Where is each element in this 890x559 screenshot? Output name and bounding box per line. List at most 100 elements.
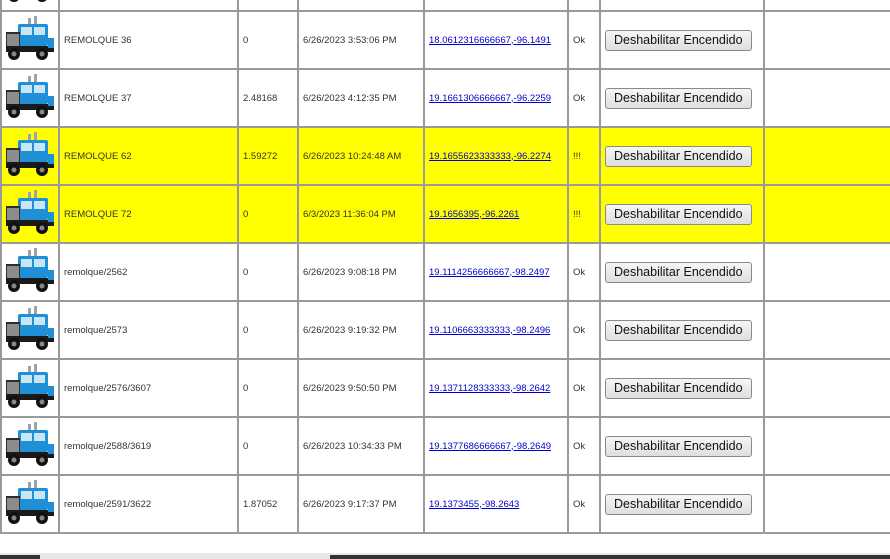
vehicle-value bbox=[237, 0, 299, 12]
vehicle-datetime: 6/26/2023 10:24:48 AM bbox=[297, 126, 425, 186]
disable-ignition-button[interactable]: Deshabilitar Encendido bbox=[605, 87, 752, 109]
truck-icon-cell bbox=[0, 126, 60, 186]
vehicle-value: 1.87052 bbox=[237, 474, 299, 534]
vehicle-value: 2.48168 bbox=[237, 68, 299, 128]
vehicle-datetime: 6/26/2023 10:34:33 PM bbox=[297, 416, 425, 476]
coords-link[interactable]: 18.0612316666667,-96.1491 bbox=[429, 35, 551, 46]
table-row: REMOLQUE 36 0 6/26/2023 3:53:06 PM 18.06… bbox=[0, 10, 890, 70]
truck-icon bbox=[6, 479, 54, 524]
disable-ignition-button[interactable]: Deshabilitar Encendido bbox=[605, 319, 752, 341]
vehicle-datetime: 6/26/2023 9:50:50 PM bbox=[297, 358, 425, 418]
vehicle-value: 0 bbox=[237, 242, 299, 302]
empty-cell bbox=[763, 242, 890, 302]
truck-icon bbox=[6, 421, 54, 466]
action-cell: Deshabilitar Encendido bbox=[599, 300, 765, 360]
action-cell: Deshabilitar Encendido bbox=[599, 242, 765, 302]
coords-link[interactable]: 19.1106663333333,-98.2496 bbox=[429, 325, 550, 336]
truck-icon bbox=[6, 131, 54, 176]
disable-ignition-button[interactable]: Deshabilitar Encendido bbox=[605, 203, 752, 225]
vehicle-datetime: 6/26/2023 4:12:35 PM bbox=[297, 68, 425, 128]
truck-icon bbox=[6, 363, 54, 408]
truck-icon bbox=[6, 15, 54, 60]
empty-cell bbox=[763, 358, 890, 418]
vehicle-value: 0 bbox=[237, 10, 299, 70]
vehicle-datetime: 6/26/2023 9:08:18 PM bbox=[297, 242, 425, 302]
coords-link[interactable]: 19.1656395,-96.2261 bbox=[429, 209, 519, 220]
action-cell: Deshabilitar Encendido bbox=[599, 358, 765, 418]
vehicle-value: 0 bbox=[237, 300, 299, 360]
horizontal-scrollbar[interactable] bbox=[0, 553, 890, 559]
vehicle-datetime bbox=[297, 0, 425, 12]
coords-link[interactable]: 19.1661306666667,-96.2259 bbox=[429, 93, 551, 104]
disable-ignition-button[interactable]: Deshabilitar Encendido bbox=[605, 29, 752, 51]
status-text: Ok bbox=[567, 10, 601, 70]
vehicle-name: remolque/2591/3622 bbox=[58, 474, 239, 534]
vehicle-name bbox=[58, 0, 239, 12]
empty-cell bbox=[763, 0, 890, 12]
table-row: REMOLQUE 72 0 6/3/2023 11:36:04 PM 19.16… bbox=[0, 184, 890, 244]
status-text: Ok bbox=[567, 300, 601, 360]
empty-cell bbox=[763, 416, 890, 476]
table-row: Deshabilitar Encendido bbox=[0, 0, 890, 12]
disable-ignition-button[interactable]: Deshabilitar Encendido bbox=[605, 145, 752, 167]
status-text: Ok bbox=[567, 416, 601, 476]
vehicles-table: Deshabilitar Encendido REMOLQUE 36 0 bbox=[0, 0, 890, 534]
vehicle-value: 0 bbox=[237, 416, 299, 476]
status-text bbox=[567, 0, 601, 12]
action-cell: Deshabilitar Encendido bbox=[599, 0, 765, 12]
disable-ignition-button[interactable]: Deshabilitar Encendido bbox=[605, 435, 752, 457]
coords-cell: 19.1661306666667,-96.2259 bbox=[423, 68, 569, 128]
vehicle-value: 0 bbox=[237, 184, 299, 244]
truck-icon-cell bbox=[0, 10, 60, 70]
coords-link[interactable]: 19.1114256666667,-98.2497 bbox=[429, 267, 550, 278]
truck-icon-cell bbox=[0, 358, 60, 418]
vehicle-value: 0 bbox=[237, 358, 299, 418]
vehicle-datetime: 6/26/2023 9:19:32 PM bbox=[297, 300, 425, 360]
truck-icon bbox=[6, 305, 54, 350]
truck-icon-cell bbox=[0, 242, 60, 302]
disable-ignition-button[interactable]: Deshabilitar Encendido bbox=[605, 493, 752, 515]
empty-cell bbox=[763, 126, 890, 186]
coords-cell: 19.1377686666667,-98.2649 bbox=[423, 416, 569, 476]
truck-icon-cell bbox=[0, 184, 60, 244]
truck-icon-cell bbox=[0, 300, 60, 360]
table-row: REMOLQUE 62 1.59272 6/26/2023 10:24:48 A… bbox=[0, 126, 890, 186]
vehicle-datetime: 6/3/2023 11:36:04 PM bbox=[297, 184, 425, 244]
vehicle-name: remolque/2588/3619 bbox=[58, 416, 239, 476]
coords-link[interactable]: 19.1377686666667,-98.2649 bbox=[429, 441, 551, 452]
action-cell: Deshabilitar Encendido bbox=[599, 416, 765, 476]
truck-icon-cell bbox=[0, 416, 60, 476]
truck-icon-cell bbox=[0, 474, 60, 534]
table-row: REMOLQUE 37 2.48168 6/26/2023 4:12:35 PM… bbox=[0, 68, 890, 128]
vehicle-name: REMOLQUE 62 bbox=[58, 126, 239, 186]
truck-icon-cell bbox=[0, 0, 60, 12]
table-row: remolque/2573 0 6/26/2023 9:19:32 PM 19.… bbox=[0, 300, 890, 360]
empty-cell bbox=[763, 10, 890, 70]
coords-cell: 19.1106663333333,-98.2496 bbox=[423, 300, 569, 360]
truck-icon bbox=[10, 0, 46, 2]
disable-ignition-button[interactable]: Deshabilitar Encendido bbox=[605, 261, 752, 283]
coords-link[interactable]: 19.1371128333333,-98.2642 bbox=[429, 383, 550, 394]
disable-ignition-button[interactable]: Deshabilitar Encendido bbox=[605, 377, 752, 399]
vehicles-table-body: Deshabilitar Encendido REMOLQUE 36 0 bbox=[0, 0, 890, 534]
status-text: !!! bbox=[567, 126, 601, 186]
coords-cell: 18.0612316666667,-96.1491 bbox=[423, 10, 569, 70]
action-cell: Deshabilitar Encendido bbox=[599, 10, 765, 70]
status-text: Ok bbox=[567, 358, 601, 418]
action-cell: Deshabilitar Encendido bbox=[599, 474, 765, 534]
table-row: remolque/2591/3622 1.87052 6/26/2023 9:1… bbox=[0, 474, 890, 534]
coords-link[interactable]: 19.1373455,-98.2643 bbox=[429, 499, 519, 510]
empty-cell bbox=[763, 184, 890, 244]
status-text: Ok bbox=[567, 68, 601, 128]
coords-cell: 19.1655623333333,-96.2274 bbox=[423, 126, 569, 186]
status-text: !!! bbox=[567, 184, 601, 244]
empty-cell bbox=[763, 300, 890, 360]
vehicle-name: remolque/2576/3607 bbox=[58, 358, 239, 418]
coords-link[interactable]: 19.1655623333333,-96.2274 bbox=[429, 151, 551, 162]
coords-cell: 19.1371128333333,-98.2642 bbox=[423, 358, 569, 418]
vehicle-datetime: 6/26/2023 3:53:06 PM bbox=[297, 10, 425, 70]
vehicle-name: REMOLQUE 37 bbox=[58, 68, 239, 128]
status-text: Ok bbox=[567, 242, 601, 302]
table-row: remolque/2588/3619 0 6/26/2023 10:34:33 … bbox=[0, 416, 890, 476]
status-text: Ok bbox=[567, 474, 601, 534]
